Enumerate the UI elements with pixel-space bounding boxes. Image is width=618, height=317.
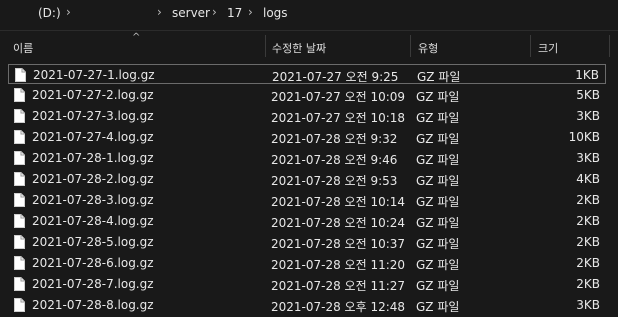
- file-size: 3KB: [576, 151, 600, 165]
- file-type: GZ 파일: [417, 70, 461, 84]
- file-name: 2021-07-28-5.log.gz: [32, 235, 154, 249]
- file-row[interactable]: 2021-07-28-7.log.gz 2021-07-28 오전 11:27 …: [8, 274, 606, 294]
- chevron-right-icon[interactable]: ›: [212, 5, 217, 19]
- file-type: GZ 파일: [416, 279, 460, 293]
- file-size: 2KB: [576, 235, 600, 249]
- file-date: 2021-07-28 오전 9:32: [271, 132, 398, 146]
- column-header-size[interactable]: 크기: [538, 40, 558, 56]
- file-type: GZ 파일: [416, 174, 460, 188]
- file-name: 2021-07-28-2.log.gz: [32, 172, 154, 186]
- file-name: 2021-07-28-1.log.gz: [32, 151, 154, 165]
- column-resize-handle[interactable]: [530, 35, 531, 57]
- chevron-right-icon[interactable]: ›: [66, 5, 71, 19]
- file-row[interactable]: 2021-07-28-6.log.gz 2021-07-28 오전 11:20 …: [8, 253, 606, 273]
- file-icon: [15, 68, 26, 82]
- file-size: 5KB: [576, 88, 600, 102]
- file-size: 2KB: [576, 277, 600, 291]
- column-resize-handle[interactable]: [609, 35, 610, 57]
- column-header: ^ 이름 수정한 날짜 유형 크기: [0, 31, 618, 61]
- file-row[interactable]: 2021-07-28-1.log.gz 2021-07-28 오전 9:46 G…: [8, 148, 606, 168]
- file-icon: [14, 109, 25, 123]
- file-type: GZ 파일: [416, 258, 460, 272]
- breadcrumb-server[interactable]: server: [172, 6, 210, 20]
- file-row[interactable]: 2021-07-28-5.log.gz 2021-07-28 오전 10:37 …: [8, 232, 606, 252]
- file-row[interactable]: 2021-07-28-3.log.gz 2021-07-28 오전 10:14 …: [8, 190, 606, 210]
- file-icon: [14, 193, 25, 207]
- file-type: GZ 파일: [416, 237, 460, 251]
- file-size: 3KB: [576, 298, 600, 312]
- file-date: 2021-07-27 오전 10:09: [271, 90, 406, 104]
- column-header-date[interactable]: 수정한 날짜: [272, 40, 326, 56]
- file-date: 2021-07-28 오전 10:37: [271, 237, 406, 251]
- file-date: 2021-07-27 오전 10:18: [271, 111, 406, 125]
- file-row[interactable]: 2021-07-28-4.log.gz 2021-07-28 오전 10:24 …: [8, 211, 606, 231]
- file-name: 2021-07-28-3.log.gz: [32, 193, 154, 207]
- file-name: 2021-07-27-1.log.gz: [33, 68, 155, 82]
- file-row[interactable]: 2021-07-28-8.log.gz 2021-07-28 오후 12:48 …: [8, 295, 606, 315]
- file-date: 2021-07-28 오후 12:48: [271, 300, 406, 314]
- breadcrumb-drive[interactable]: (D:): [38, 6, 61, 20]
- file-row[interactable]: 2021-07-27-1.log.gz 2021-07-27 오전 9:25 G…: [8, 64, 606, 84]
- breadcrumb-logs[interactable]: logs: [263, 6, 288, 20]
- file-type: GZ 파일: [416, 300, 460, 314]
- file-icon: [14, 88, 25, 102]
- column-resize-handle[interactable]: [410, 35, 411, 57]
- file-date: 2021-07-28 오전 11:27: [271, 279, 406, 293]
- chevron-right-icon[interactable]: ›: [157, 5, 162, 19]
- file-icon: [14, 151, 25, 165]
- file-date: 2021-07-28 오전 9:46: [271, 153, 398, 167]
- file-type: GZ 파일: [416, 216, 460, 230]
- file-type: GZ 파일: [416, 153, 460, 167]
- file-icon: [14, 235, 25, 249]
- file-size: 3KB: [576, 109, 600, 123]
- breadcrumb-17[interactable]: 17: [227, 6, 242, 20]
- file-row[interactable]: 2021-07-27-2.log.gz 2021-07-27 오전 10:09 …: [8, 85, 606, 105]
- file-size: 4KB: [576, 172, 600, 186]
- file-name: 2021-07-27-4.log.gz: [32, 130, 154, 144]
- file-row[interactable]: 2021-07-28-2.log.gz 2021-07-28 오전 9:53 G…: [8, 169, 606, 189]
- file-icon: [14, 130, 25, 144]
- file-name: 2021-07-28-8.log.gz: [32, 298, 154, 312]
- file-type: GZ 파일: [416, 111, 460, 125]
- file-type: GZ 파일: [416, 90, 460, 104]
- file-date: 2021-07-28 오전 10:24: [271, 216, 406, 230]
- file-size: 10KB: [568, 130, 600, 144]
- file-name: 2021-07-27-2.log.gz: [32, 88, 154, 102]
- file-row[interactable]: 2021-07-27-4.log.gz 2021-07-28 오전 9:32 G…: [8, 127, 606, 147]
- file-icon: [14, 298, 25, 312]
- column-header-type[interactable]: 유형: [418, 40, 438, 56]
- file-size: 1KB: [575, 68, 599, 82]
- chevron-right-icon[interactable]: ›: [248, 5, 253, 19]
- file-icon: [14, 172, 25, 186]
- file-type: GZ 파일: [416, 195, 460, 209]
- file-size: 2KB: [576, 256, 600, 270]
- file-icon: [14, 214, 25, 228]
- file-type: GZ 파일: [416, 132, 460, 146]
- file-date: 2021-07-28 오전 9:53: [271, 174, 398, 188]
- file-date: 2021-07-27 오전 9:25: [272, 70, 399, 84]
- sort-ascending-icon: ^: [132, 32, 141, 43]
- file-row[interactable]: 2021-07-27-3.log.gz 2021-07-27 오전 10:18 …: [8, 106, 606, 126]
- file-name: 2021-07-28-4.log.gz: [32, 214, 154, 228]
- file-size: 2KB: [576, 193, 600, 207]
- file-name: 2021-07-27-3.log.gz: [32, 109, 154, 123]
- file-date: 2021-07-28 오전 11:20: [271, 258, 406, 272]
- file-name: 2021-07-28-6.log.gz: [32, 256, 154, 270]
- file-icon: [14, 256, 25, 270]
- column-resize-handle[interactable]: [265, 35, 266, 57]
- breadcrumb: (D:) › › server › 17 › logs: [0, 0, 618, 30]
- file-name: 2021-07-28-7.log.gz: [32, 277, 154, 291]
- file-size: 2KB: [576, 214, 600, 228]
- column-header-name[interactable]: 이름: [13, 40, 33, 56]
- file-date: 2021-07-28 오전 10:14: [271, 195, 406, 209]
- file-icon: [14, 277, 25, 291]
